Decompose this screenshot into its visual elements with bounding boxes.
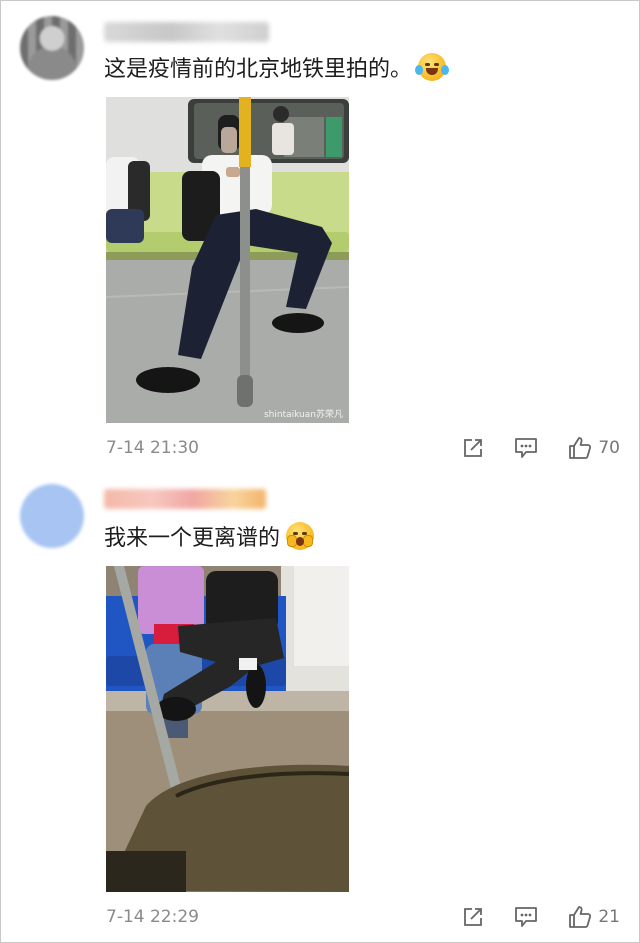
comment-photo[interactable]: shintaikuan苏荣凡	[106, 97, 349, 423]
comment-text-content: 这是疫情前的北京地铁里拍的。	[104, 57, 413, 82]
like-button[interactable]: 21	[568, 905, 620, 929]
thumbs-up-icon	[569, 437, 592, 459]
comment-actions: 70	[462, 436, 620, 460]
photo-watermark: shintaikuan苏荣凡	[263, 410, 343, 420]
comment-text-content: 我来一个更离谱的	[104, 526, 281, 551]
crying-laughing-emoji-icon	[415, 53, 450, 81]
username[interactable]	[104, 489, 266, 509]
comment-actions: 21	[462, 905, 620, 929]
reply-button[interactable]	[514, 437, 538, 459]
comment-timestamp: 7-14 22:29	[106, 907, 199, 927]
reply-icon	[515, 907, 538, 927]
like-count: 21	[598, 907, 620, 927]
like-button[interactable]: 70	[568, 436, 620, 460]
share-icon	[464, 439, 483, 457]
screaming-emoji-icon	[286, 522, 315, 550]
reply-button[interactable]	[514, 906, 538, 928]
avatar[interactable]	[20, 484, 84, 548]
subway-photo-image	[106, 566, 349, 892]
share-button[interactable]	[462, 906, 484, 928]
thumbs-up-icon	[569, 906, 592, 928]
subway-photo-image	[106, 97, 349, 423]
avatar[interactable]	[20, 16, 84, 80]
share-icon	[464, 908, 483, 926]
comment-text: 这是疫情前的北京地铁里拍的。	[104, 53, 450, 85]
share-button[interactable]	[462, 437, 484, 459]
comment-timestamp: 7-14 21:30	[106, 438, 199, 458]
comment-text: 我来一个更离谱的	[104, 522, 315, 554]
like-count: 70	[598, 438, 620, 458]
username[interactable]	[104, 22, 269, 42]
comment-photo[interactable]	[106, 566, 349, 892]
reply-icon	[515, 438, 538, 458]
